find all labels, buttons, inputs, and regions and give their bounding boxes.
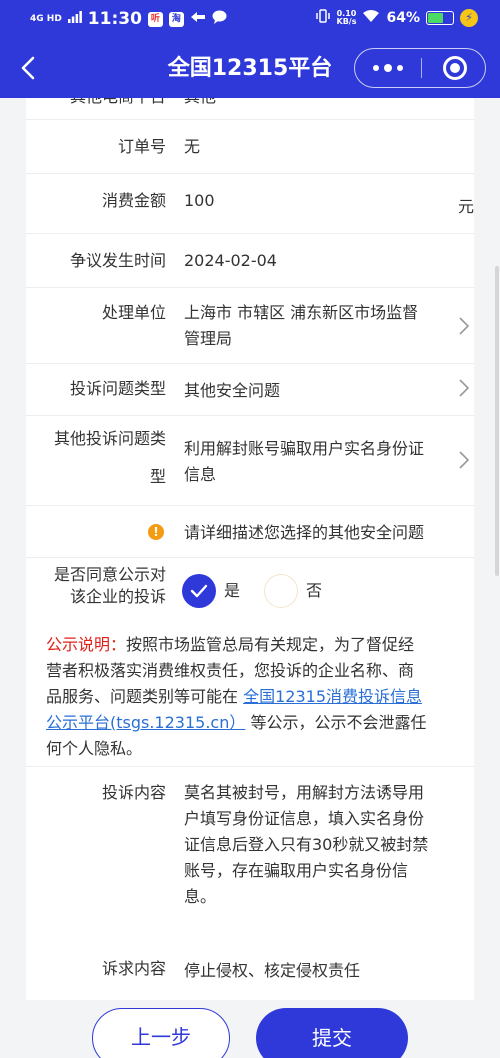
field-label: 其他电商平台 bbox=[26, 98, 166, 110]
field-label: 其他投诉问题类 bbox=[53, 429, 166, 448]
signal-icon bbox=[67, 11, 82, 27]
publicity-platform-link[interactable]: 全国12315消费投诉信息 bbox=[243, 687, 422, 706]
form-row-handling-unit[interactable]: 处理单位 上海市 市辖区 浦东新区市场监督 管理局 bbox=[26, 288, 474, 364]
page-title: 全国12315平台 bbox=[167, 56, 333, 81]
form-row-complaint-content[interactable]: 投诉内容 莫名其被封号，用解封方法诱导用 户填写身份证信息，填入实名身份 证信息… bbox=[26, 768, 474, 938]
chevron-right-icon bbox=[458, 450, 470, 470]
dispute-date-picker[interactable]: 2024-02-04 bbox=[184, 248, 452, 274]
field-label: 争议发生时间 bbox=[69, 251, 166, 270]
network-indicator: 4G HD bbox=[30, 13, 62, 24]
form-row-amount[interactable]: 消费金额 100 元 bbox=[26, 174, 474, 234]
form-row-complaint-type[interactable]: 投诉问题类型 其他安全问题 bbox=[26, 364, 474, 416]
handling-unit-value-cont: 管理局 bbox=[184, 329, 233, 348]
network-speed: 0.10 KB/s bbox=[336, 9, 357, 26]
field-label: 处理单位 bbox=[101, 303, 166, 322]
chevron-left-icon bbox=[21, 56, 35, 80]
radio-no-label[interactable]: 否 bbox=[306, 578, 322, 604]
previous-step-button[interactable]: 上一步 bbox=[92, 1008, 230, 1058]
form-row-order-number[interactable]: 订单号 无 bbox=[26, 120, 474, 174]
complaint-content-text[interactable]: 莫名其被封号，用解封方法诱导用 bbox=[184, 780, 452, 806]
vibrate-icon bbox=[315, 9, 331, 27]
footer-actions: 上一步 提交 bbox=[0, 1000, 500, 1058]
wifi-icon bbox=[362, 9, 380, 27]
field-label: 订单号 bbox=[117, 137, 166, 156]
field-label: 诉求内容 bbox=[101, 959, 166, 978]
notice-text: 何个人隐私。 bbox=[46, 739, 143, 758]
form-row-hint: ! 请详细描述您选择的其他安全问题 bbox=[26, 506, 474, 558]
notice-text: 按照市场监管总局有关规定，为了督促经 bbox=[126, 635, 415, 654]
chevron-right-icon bbox=[458, 378, 470, 398]
radio-no[interactable] bbox=[264, 574, 298, 608]
field-label: 投诉问题类型 bbox=[69, 379, 166, 398]
complaint-form: 其他电商平台 其他 订单号 无 消费金额 100 元 争议发生时间 2024-0… bbox=[26, 98, 474, 1000]
form-row-publicity: 是否同意公示对 该企业的投诉 是 否 bbox=[26, 558, 474, 616]
app-header: 4G HD 11:30 听 淘 0.10 KB/s 64% ⚡ 全国12315平… bbox=[0, 0, 500, 98]
complaint-content-text[interactable]: 息。 bbox=[184, 884, 452, 910]
mini-program-capsule bbox=[354, 48, 486, 88]
other-type-value: 利用解封账号骗取用户实名身份证 bbox=[184, 439, 425, 458]
status-bar-left: 4G HD 11:30 听 淘 bbox=[30, 9, 227, 29]
demand-value[interactable]: 停止侵权、核定侵权责任 bbox=[184, 958, 452, 984]
field-label: 投诉内容 bbox=[101, 783, 166, 802]
field-label-cont: 型 bbox=[149, 467, 166, 486]
complaint-content-text[interactable]: 证信息后登入只有30秒就又被封禁 bbox=[184, 832, 452, 858]
field-value: 其他 bbox=[184, 98, 452, 110]
battery-percent: 64% bbox=[386, 10, 420, 26]
chevron-right-icon bbox=[458, 316, 470, 336]
status-bar: 4G HD 11:30 听 淘 0.10 KB/s 64% ⚡ bbox=[0, 0, 500, 38]
capsule-divider bbox=[421, 58, 422, 78]
notice-text: 营者积极落实消费维权责任，您投诉的企业名称、商 bbox=[46, 661, 415, 680]
scrollbar[interactable] bbox=[495, 266, 499, 576]
battery-icon bbox=[426, 11, 454, 25]
complaint-content-text[interactable]: 账号，存在骗取用户实名身份信 bbox=[184, 858, 452, 884]
notice-text: 品服务、问题类别等可能在 bbox=[46, 687, 244, 706]
hint-text: 请详细描述您选择的其他安全问题 bbox=[184, 523, 425, 542]
other-type-value-cont: 信息 bbox=[184, 465, 217, 484]
submit-button[interactable]: 提交 bbox=[256, 1008, 408, 1058]
message-icon bbox=[212, 10, 227, 28]
publicity-notice: 公示说明：按照市场监管总局有关规定，为了督促经 营者积极落实消费维权责任，您投诉… bbox=[46, 632, 466, 762]
radio-yes-label[interactable]: 是 bbox=[224, 578, 240, 604]
field-label-cont: 该企业的投诉 bbox=[69, 587, 166, 606]
complaint-type-value: 其他安全问题 bbox=[184, 381, 281, 400]
form-row-demand[interactable]: 诉求内容 停止侵权、核定侵权责任 bbox=[26, 944, 474, 1000]
form-row-ecommerce-platform[interactable]: 其他电商平台 其他 bbox=[26, 98, 474, 120]
nfc-icon bbox=[190, 11, 206, 27]
currency-unit: 元 bbox=[457, 197, 474, 216]
order-number-input[interactable]: 无 bbox=[184, 134, 452, 160]
more-dots-icon bbox=[373, 65, 379, 71]
form-row-other-complaint-type[interactable]: 其他投诉问题类 型 利用解封账号骗取用户实名身份证 信息 bbox=[26, 416, 474, 506]
checkmark-icon bbox=[190, 584, 208, 598]
target-close-icon[interactable] bbox=[443, 56, 467, 80]
notice-text: 等公示，公示不会泄露任 bbox=[245, 713, 427, 732]
handling-unit-value: 上海市 市辖区 浦东新区市场监督 bbox=[184, 303, 419, 322]
more-button[interactable] bbox=[355, 49, 421, 87]
divider bbox=[26, 766, 474, 767]
app-notification-icon: 听 bbox=[147, 11, 163, 27]
complaint-content-text[interactable]: 户填写身份证信息，填入实名身份 bbox=[184, 806, 452, 832]
status-bar-right: 0.10 KB/s 64% ⚡ bbox=[315, 9, 478, 27]
warning-icon: ! bbox=[148, 524, 164, 540]
form-row-dispute-time[interactable]: 争议发生时间 2024-02-04 bbox=[26, 234, 474, 288]
clock-time: 11:30 bbox=[87, 9, 142, 29]
notice-title: 公示说明： bbox=[46, 635, 127, 654]
amount-input[interactable]: 100 bbox=[184, 188, 452, 214]
field-label: 消费金额 bbox=[101, 191, 166, 210]
back-button[interactable] bbox=[14, 52, 44, 84]
publicity-platform-link-cont[interactable]: 公示平台(tsgs.12315.cn） bbox=[46, 713, 245, 732]
charging-icon: ⚡ bbox=[460, 9, 478, 27]
radio-yes[interactable] bbox=[182, 574, 216, 608]
app-notification-icon: 淘 bbox=[168, 11, 184, 27]
